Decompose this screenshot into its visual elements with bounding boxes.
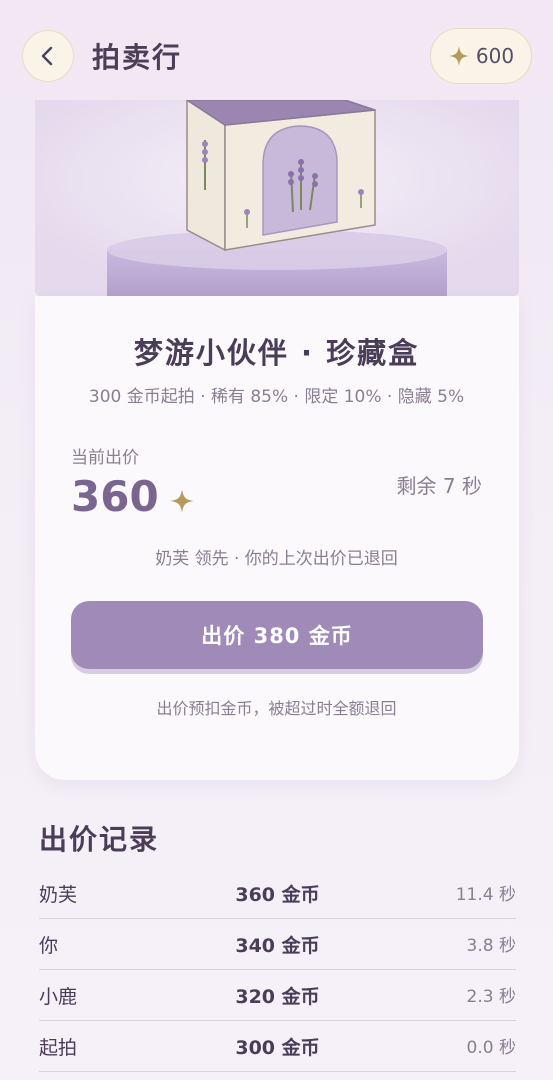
current-bid-label: 当前出价	[71, 448, 139, 468]
current-bid: 360	[71, 472, 195, 521]
product-description: 300 金币起拍 · 稀有 85% · 限定 10% · 隐藏 5%	[88, 387, 465, 407]
bid-amount: 360 金币	[235, 884, 320, 906]
list-item: 小鹿 320 金币 2.3 秒	[39, 970, 516, 1021]
chevron-left-icon	[41, 46, 53, 66]
place-bid-button[interactable]: 出价 380 金币	[71, 601, 483, 669]
list-item: 起拍 300 金币 0.0 秒	[39, 1021, 516, 1072]
page-title: 拍卖行	[92, 41, 183, 74]
sparkle-star-icon	[169, 488, 194, 513]
back-button[interactable]	[22, 30, 74, 82]
bid-time: 0.0 秒	[466, 1038, 516, 1058]
bid-history-title: 出价记录	[39, 823, 160, 856]
sparkle-star-icon	[448, 46, 469, 66]
bid-history-list: 奶芙 360 金币 11.4 秒 你 340 金币 3.8 秒 小鹿 320 金…	[39, 868, 516, 1072]
list-item: 你 340 金币 3.8 秒	[39, 919, 516, 970]
bid-amount: 340 金币	[235, 935, 320, 957]
leader-status: 奶芙 领先 · 你的上次出价已退回	[155, 549, 398, 569]
bid-time: 3.8 秒	[466, 936, 516, 956]
mystery-box-image	[35, 100, 519, 296]
time-remaining: 剩余 7 秒	[396, 474, 482, 498]
product-name: 梦游小伙伴 · 珍藏盒	[133, 336, 420, 370]
bid-note: 出价预扣金币，被超过时全额退回	[156, 699, 397, 718]
bid-amount: 300 金币	[235, 1037, 320, 1059]
bid-time: 11.4 秒	[455, 885, 516, 905]
coin-count: 600	[475, 44, 515, 68]
coin-balance[interactable]: 600	[430, 28, 532, 84]
bid-time: 2.3 秒	[466, 987, 516, 1007]
list-item: 奶芙 360 金币 11.4 秒	[39, 868, 516, 919]
current-bid-price: 360	[71, 472, 159, 521]
bid-amount: 320 金币	[235, 986, 320, 1008]
top-bar: 拍卖行 600	[0, 0, 553, 100]
product-illustration	[35, 100, 519, 296]
